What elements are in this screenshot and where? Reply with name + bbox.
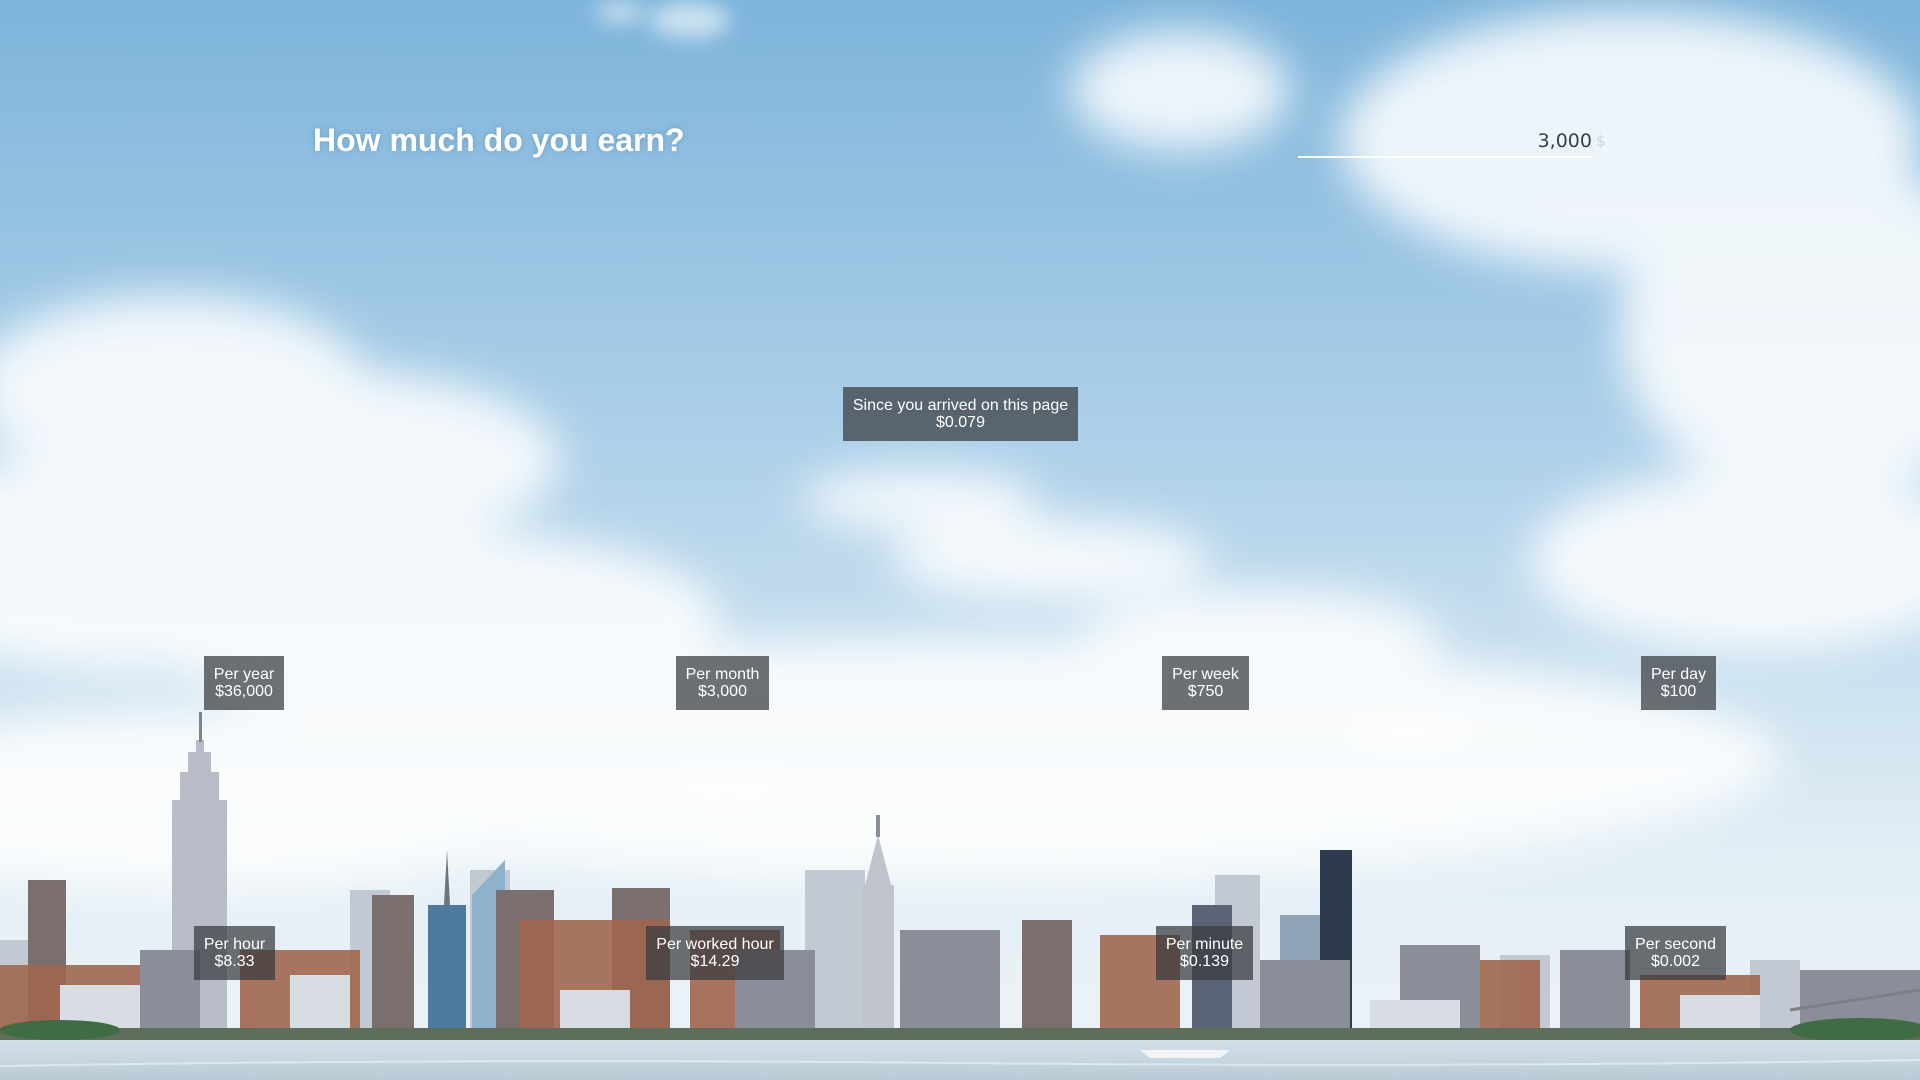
- per-week-value: $750: [1187, 683, 1224, 700]
- per-worked-hour-label: Per worked hour: [656, 936, 774, 953]
- currency-symbol: $: [1596, 132, 1606, 150]
- per-month-box: Per month $3,000: [676, 656, 769, 710]
- per-year-box: Per year $36,000: [204, 656, 284, 710]
- per-day-value: $100: [1660, 683, 1697, 700]
- per-year-label: Per year: [213, 666, 275, 683]
- per-hour-value: $8.33: [214, 953, 255, 970]
- per-worked-hour-box: Per worked hour $14.29: [646, 926, 784, 980]
- page-title: How much do you earn?: [313, 122, 685, 158]
- per-minute-box: Per minute $0.139: [1156, 926, 1253, 980]
- per-year-value: $36,000: [215, 683, 273, 700]
- per-hour-label: Per hour: [203, 936, 266, 953]
- per-day-box: Per day $100: [1641, 656, 1716, 710]
- river: [0, 1040, 1920, 1080]
- salary-field: $: [1298, 126, 1608, 160]
- since-arrival-label: Since you arrived on this page: [852, 397, 1069, 414]
- per-worked-hour-value: $14.29: [690, 953, 740, 970]
- per-hour-box: Per hour $8.33: [194, 926, 275, 980]
- city-skyline-background: [0, 0, 1920, 1080]
- per-week-label: Per week: [1172, 666, 1239, 683]
- per-second-label: Per second: [1635, 936, 1716, 953]
- per-second-value: $0.002: [1651, 953, 1700, 970]
- per-month-value: $3,000: [698, 683, 747, 700]
- per-day-label: Per day: [1650, 666, 1707, 683]
- since-arrival-box: Since you arrived on this page $0.079: [843, 387, 1078, 441]
- since-arrival-value: $0.079: [936, 414, 985, 431]
- salary-input[interactable]: [1298, 126, 1592, 158]
- per-month-label: Per month: [685, 666, 760, 683]
- per-week-box: Per week $750: [1162, 656, 1249, 710]
- per-second-box: Per second $0.002: [1625, 926, 1726, 980]
- boat: [1140, 1050, 1230, 1058]
- per-minute-value: $0.139: [1180, 953, 1229, 970]
- per-minute-label: Per minute: [1165, 936, 1244, 953]
